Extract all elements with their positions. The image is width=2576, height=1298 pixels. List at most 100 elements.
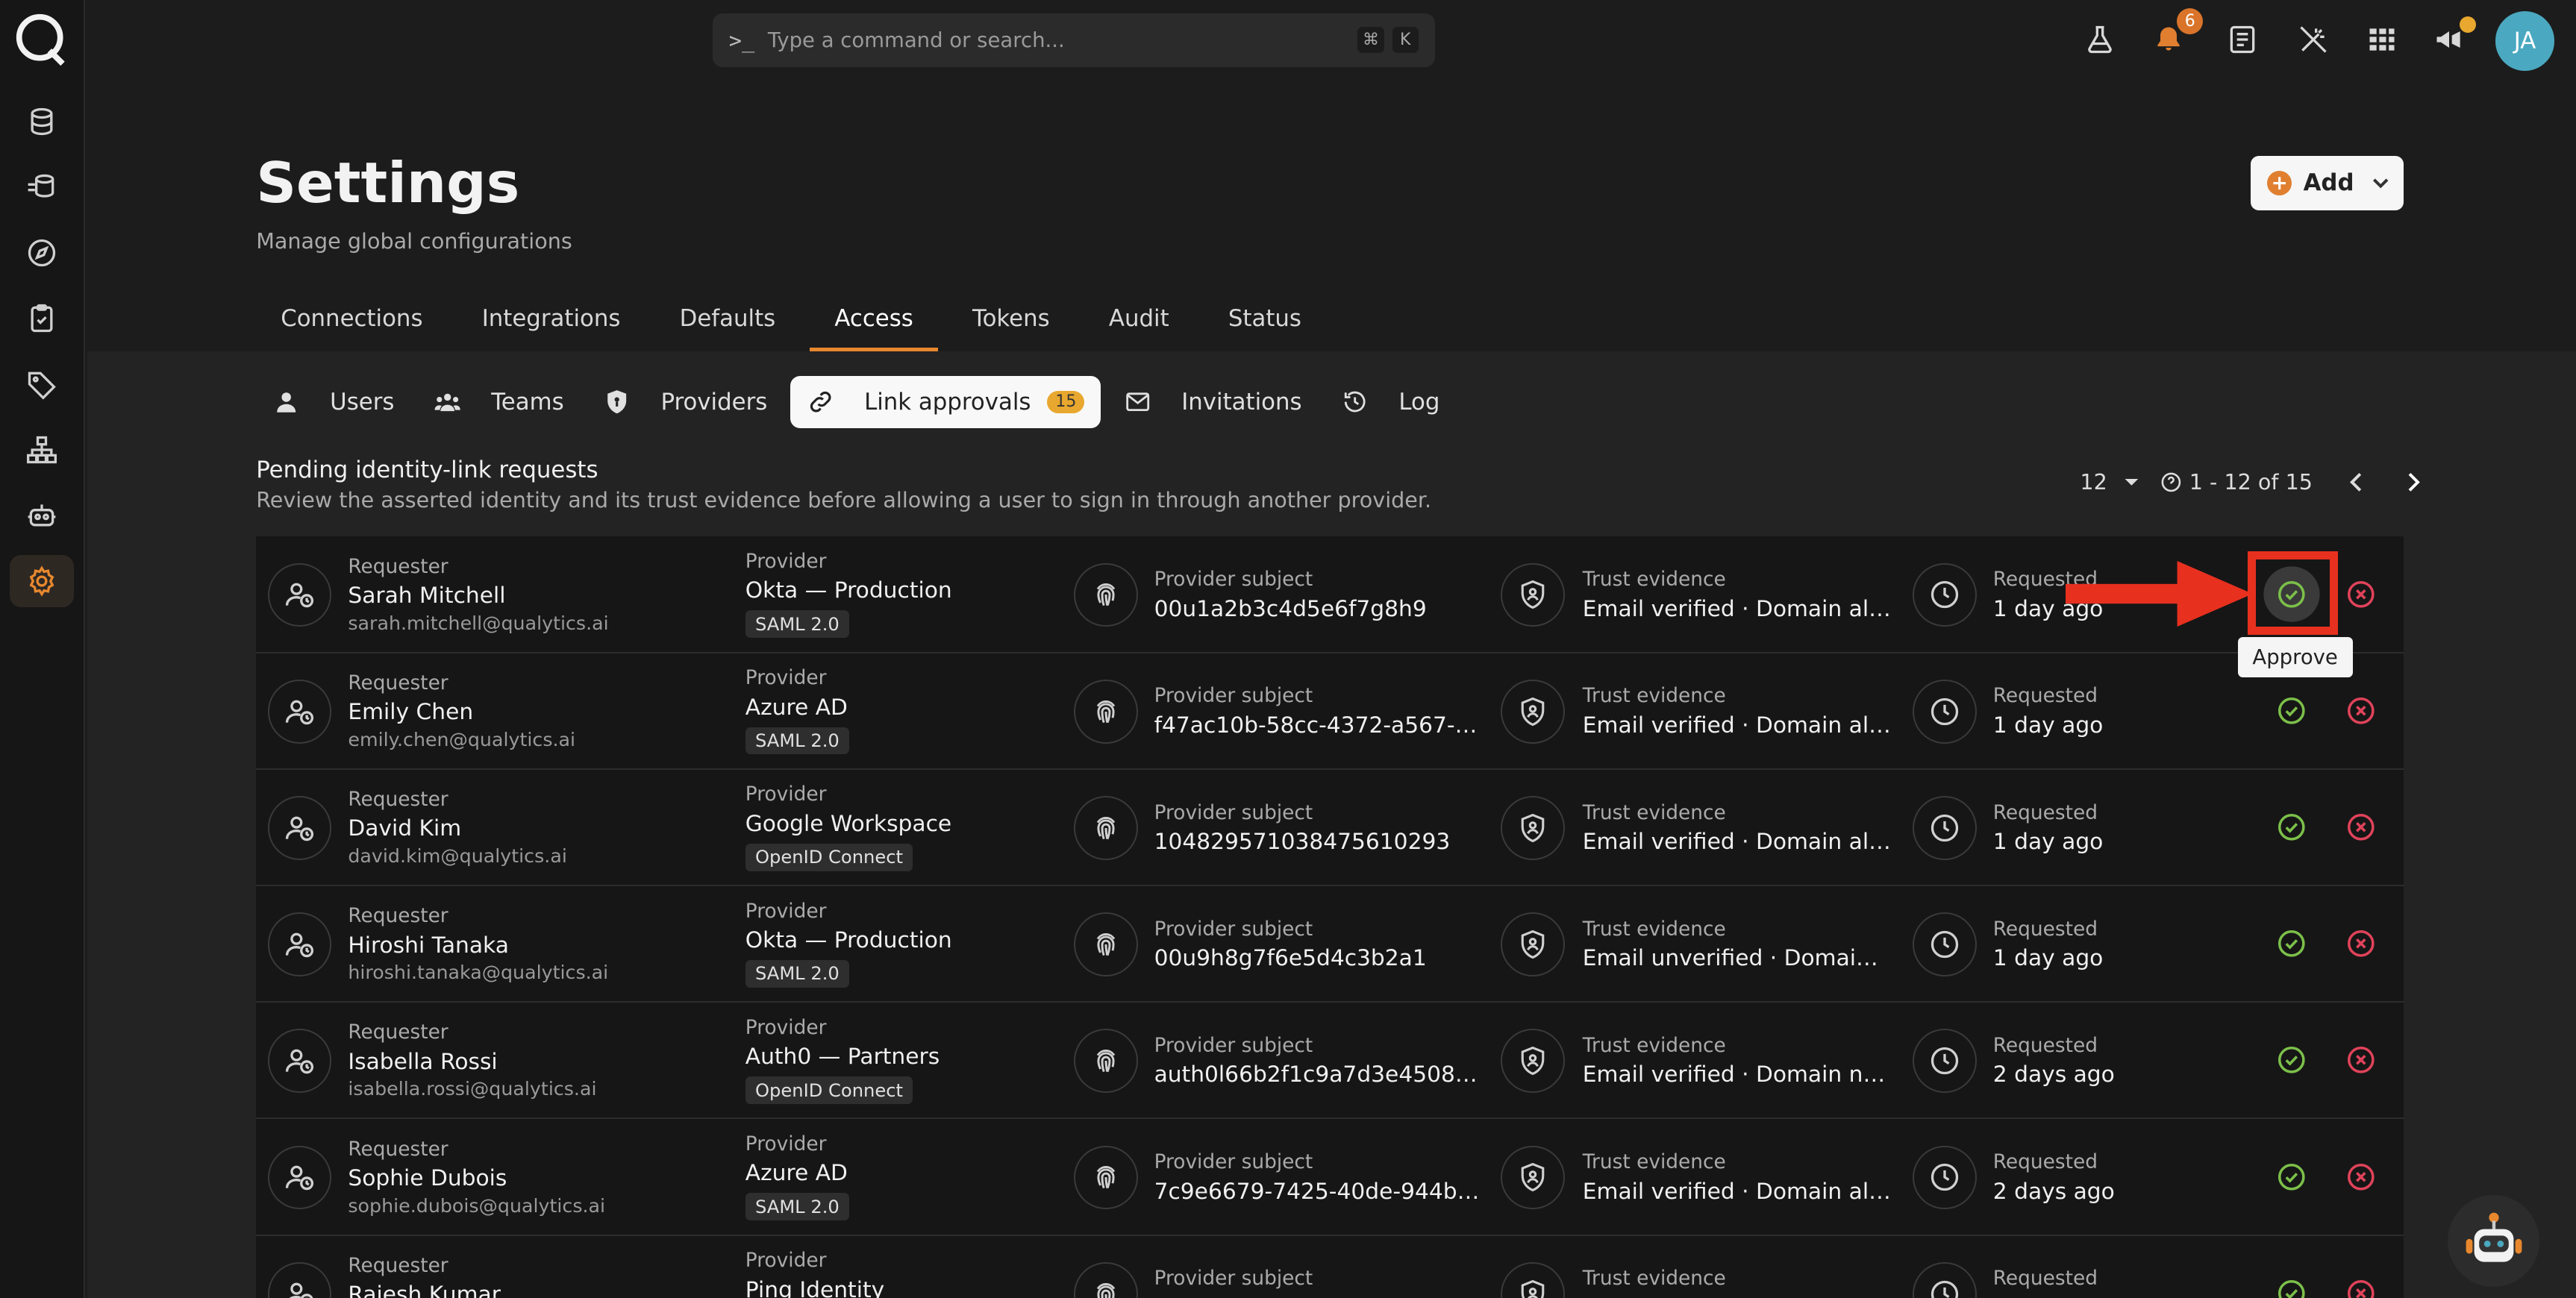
requester-name: Hiroshi Tanaka: [348, 932, 509, 959]
sidebar-item-tags[interactable]: [10, 358, 74, 410]
page-title: Settings: [256, 151, 520, 216]
requester-name: David Kim: [348, 815, 462, 842]
tab-audit[interactable]: Audit: [1084, 289, 1194, 351]
requester-label: Requester: [348, 554, 448, 578]
reject-button[interactable]: [2346, 1162, 2376, 1192]
requested-time: 2 days ago: [1992, 1062, 2115, 1088]
trust-evidence: Email verified · Domain allowed …: [1582, 712, 1892, 739]
hierarchy-icon: [27, 436, 57, 463]
tab-tokens[interactable]: Tokens: [948, 289, 1075, 351]
reject-button[interactable]: [2346, 696, 2376, 726]
add-button[interactable]: + Add: [2251, 156, 2404, 210]
terminal-prompt-icon: >_: [728, 27, 755, 53]
reject-button[interactable]: [2346, 580, 2376, 609]
subject-label: Provider subject: [1154, 917, 1313, 941]
link-requests-table: Requester Sarah Mitchell sarah.mitchell@qu…: [256, 536, 2404, 1298]
requester-label: Requester: [348, 1020, 448, 1044]
prev-page-icon[interactable]: [2345, 471, 2369, 494]
requested-label: Requested: [1992, 1267, 2098, 1291]
page-size-select[interactable]: 12: [2080, 469, 2107, 495]
subtab-users[interactable]: Users: [256, 376, 410, 428]
requested-time: 1 day ago: [1992, 945, 2104, 972]
user-clock-icon: [267, 912, 332, 976]
approve-button[interactable]: [2277, 696, 2307, 726]
team-icon: [434, 394, 461, 412]
docs-button[interactable]: [2223, 19, 2263, 59]
labs-button[interactable]: [2080, 19, 2119, 59]
requester-name: Isabella Rossi: [348, 1048, 498, 1075]
subject-label: Provider subject: [1154, 1267, 1313, 1291]
reject-button[interactable]: [2346, 929, 2376, 959]
settings-tabs: Connections Integrations Defaults Access…: [256, 289, 1336, 351]
assistant-bot-button[interactable]: [2448, 1194, 2540, 1287]
trust-label: Trust evidence: [1582, 1033, 1726, 1057]
mail-icon: [1126, 392, 1150, 412]
tab-connections[interactable]: Connections: [256, 289, 447, 351]
approve-button[interactable]: [2277, 1162, 2307, 1192]
subtab-teams-label: Teams: [491, 388, 564, 416]
sidebar-item-hierarchy[interactable]: [10, 424, 74, 476]
announcements-button[interactable]: [2430, 16, 2476, 59]
fingerprint-icon: [1073, 1029, 1138, 1094]
trust-evidence: Email verified · Domain allowed …: [1582, 1178, 1892, 1205]
notifications-button[interactable]: 6: [2149, 8, 2204, 59]
protocol-badge: SAML 2.0: [745, 727, 850, 755]
sidebar-item-flows[interactable]: [10, 161, 74, 213]
document-icon: [2230, 25, 2255, 53]
subject-label: Provider subject: [1154, 684, 1313, 708]
reject-button[interactable]: [2346, 812, 2376, 842]
user-avatar[interactable]: JA: [2495, 11, 2555, 71]
sidebar-item-agents[interactable]: [10, 489, 74, 542]
reject-button[interactable]: [2346, 1045, 2376, 1075]
subtab-log[interactable]: Log: [1325, 376, 1456, 428]
subtab-link-approvals[interactable]: Link approvals 15: [790, 375, 1101, 429]
requester-email: sophie.dubois@qualytics.ai: [348, 1194, 606, 1217]
app-logo-icon[interactable]: [13, 11, 69, 67]
sidebar-item-settings[interactable]: [10, 554, 74, 607]
database-flow-icon: [28, 174, 54, 198]
provider-label: Provider: [745, 666, 827, 690]
sidebar-item-datastores[interactable]: [10, 95, 74, 148]
shortcut-key-cmd: ⌘: [1357, 27, 1384, 54]
provider-subject: 00u1a2b3c4d5e6f7g8h9: [1154, 595, 1427, 622]
command-search-input[interactable]: >_ Type a command or search... ⌘ K: [712, 13, 1435, 68]
apps-button[interactable]: [2363, 19, 2402, 59]
provider-label: Provider: [745, 1015, 827, 1039]
approve-button[interactable]: [2277, 929, 2307, 959]
annotation-arrow-icon: [2065, 561, 2253, 627]
annotation-highlight-box: [2247, 551, 2338, 636]
sidebar-item-explore[interactable]: [10, 227, 74, 279]
requester-label: Requester: [348, 671, 448, 695]
provider-name: Azure AD: [745, 1160, 848, 1187]
next-page-icon[interactable]: [2401, 471, 2425, 494]
subtab-log-label: Log: [1398, 388, 1440, 416]
trust-label: Trust evidence: [1582, 917, 1726, 941]
fingerprint-icon: [1073, 912, 1138, 976]
link-approvals-count-badge: 15: [1047, 391, 1085, 413]
approve-button[interactable]: [2277, 1045, 2307, 1075]
requester-email: sarah.mitchell@qualytics.ai: [348, 612, 609, 634]
tab-defaults[interactable]: Defaults: [655, 289, 801, 351]
section-title: Pending identity-link requests: [256, 456, 598, 483]
subtab-invitations[interactable]: Invitations: [1107, 376, 1318, 428]
reject-button[interactable]: [2346, 1279, 2376, 1298]
help-circle-icon[interactable]: [2160, 471, 2183, 494]
tab-status[interactable]: Status: [1204, 289, 1326, 351]
subtab-providers[interactable]: Providers: [587, 376, 784, 428]
clock-icon: [1912, 1029, 1977, 1094]
requested-label: Requested: [1992, 1033, 2098, 1057]
provider-name: Azure AD: [745, 694, 848, 721]
approve-button[interactable]: [2277, 812, 2307, 842]
trust-evidence: Email verified · Domain not allo…: [1582, 1062, 1892, 1088]
theme-button[interactable]: [2293, 19, 2333, 59]
sidebar-item-checks[interactable]: [10, 292, 74, 345]
provider-label: Provider: [745, 1249, 827, 1273]
subtab-teams[interactable]: Teams: [417, 376, 580, 428]
check-circle-icon: [2277, 697, 2307, 732]
caret-down-icon[interactable]: [2120, 471, 2143, 494]
approve-button[interactable]: [2277, 1279, 2307, 1298]
tab-integrations[interactable]: Integrations: [457, 289, 645, 351]
tab-access[interactable]: Access: [810, 289, 938, 351]
table-row: Requester Isabella Rossi isabella.rossi@qu…: [256, 1003, 2404, 1120]
requester-label: Requester: [348, 1253, 448, 1277]
